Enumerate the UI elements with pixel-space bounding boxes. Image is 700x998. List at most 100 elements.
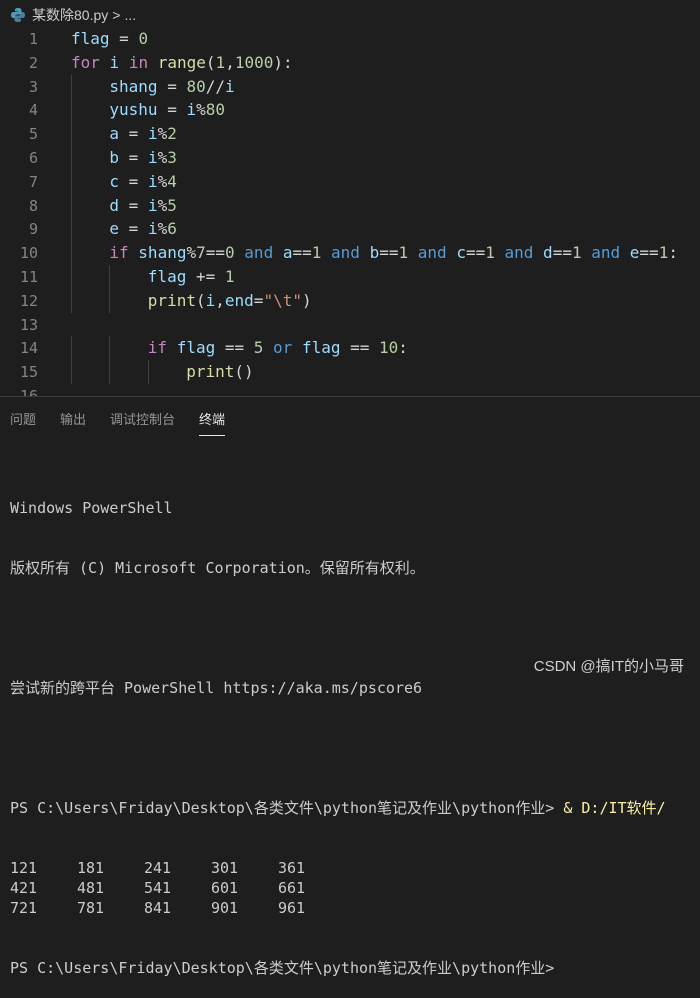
code-text: flag += 1 xyxy=(148,265,235,289)
code-token: 3 xyxy=(167,148,177,167)
result-value: 961 xyxy=(278,899,306,917)
code-token: for xyxy=(71,52,100,72)
code-line[interactable]: 8 d = i%5 xyxy=(0,193,700,218)
code-token: 80 xyxy=(205,100,226,120)
result-value: 361 xyxy=(278,859,306,877)
code-token: == xyxy=(205,243,226,263)
indent-guide xyxy=(109,265,111,289)
code-line[interactable]: 7 c = i%4 xyxy=(0,169,700,194)
indent-guide xyxy=(71,98,72,123)
code-line[interactable]: 5 a = i%2 xyxy=(0,122,700,147)
code-text: b = i%3 xyxy=(109,146,176,170)
terminal-command: & D:/IT软件/ xyxy=(563,799,666,817)
terminal-output[interactable]: Windows PowerShell 版权所有 (C) Microsoft Co… xyxy=(10,458,700,998)
line-number: 1 xyxy=(28,30,38,48)
code-line[interactable]: 6 b = i%3 xyxy=(0,146,700,170)
code-text: flag = 0 xyxy=(71,28,148,51)
code-token: 0 xyxy=(225,243,235,263)
code-token: b xyxy=(109,148,120,167)
code-token: % xyxy=(157,219,168,239)
tab-problems[interactable]: 问题 xyxy=(10,399,36,438)
code-token: = xyxy=(253,290,264,310)
indent-guide xyxy=(109,360,111,385)
code-line[interactable]: 3 shang = 80//i xyxy=(0,74,700,99)
tab-debug-console[interactable]: 调试控制台 xyxy=(110,399,175,438)
code-token: 1 xyxy=(311,243,322,263)
code-token: e xyxy=(629,243,640,263)
code-token: 1000 xyxy=(234,52,274,72)
code-token: i xyxy=(147,124,158,144)
chevron-right-icon: > xyxy=(112,7,121,23)
result-value: 901 xyxy=(211,899,239,917)
breadcrumb-ellipsis[interactable]: ... xyxy=(124,7,136,23)
code-token: 7 xyxy=(196,243,206,263)
code-token: b xyxy=(369,243,380,263)
code-token: == xyxy=(340,338,380,358)
code-line[interactable]: 11 flag += 1 xyxy=(0,265,700,289)
terminal-prompt: PS C:\Users\Friday\Desktop\各类文件\python笔记… xyxy=(10,799,564,817)
tab-output[interactable]: 输出 xyxy=(60,399,86,438)
code-line[interactable]: 1 flag = 0 xyxy=(0,28,700,51)
code-token: += xyxy=(186,267,225,286)
code-token: print xyxy=(147,290,196,310)
code-token: and xyxy=(417,243,447,263)
line-number: 10 xyxy=(19,244,38,263)
result-value: 541 xyxy=(144,879,172,897)
code-line[interactable]: 15 print() xyxy=(0,360,700,385)
code-token: % xyxy=(157,148,168,167)
terminal-prompt-line: PS C:\Users\Friday\Desktop\各类文件\python笔记… xyxy=(10,959,555,977)
tab-terminal[interactable]: 终端 xyxy=(199,399,226,438)
code-token: e xyxy=(109,219,120,239)
code-token: = xyxy=(157,100,187,120)
code-text: for i in range(1,1000): xyxy=(71,51,293,75)
terminal-copyright-line: 版权所有 (C) Microsoft Corporation。保留所有权利。 xyxy=(10,559,425,577)
code-line[interactable]: 10 if shang%7==0 and a==1 and b==1 and c=… xyxy=(0,241,700,266)
code-line[interactable]: 16 xyxy=(0,384,700,396)
code-token: i xyxy=(147,219,158,239)
code-token: 6 xyxy=(167,219,177,239)
code-line[interactable]: 4 yushu = i%80 xyxy=(0,98,700,123)
indent-guide xyxy=(71,336,72,361)
line-number: 9 xyxy=(28,220,38,239)
python-file-icon xyxy=(11,8,25,22)
code-editor[interactable]: 1 flag = 0 2 for i in range(1,1000): 3 shang … xyxy=(0,28,700,396)
result-value: 601 xyxy=(211,879,239,897)
code-line[interactable]: 13 xyxy=(0,313,700,337)
code-line[interactable]: 14 if flag == 5 or flag == 10: xyxy=(0,336,700,361)
terminal-result-line: 721 781 841 901 961 xyxy=(10,898,700,918)
terminal-result-line: 121 181 241 301 361 xyxy=(10,858,700,878)
code-token: shang xyxy=(138,243,187,263)
indent-guide xyxy=(109,336,111,361)
line-number: 2 xyxy=(28,53,38,72)
code-token: 1 xyxy=(658,243,669,263)
code-token: % xyxy=(157,124,168,144)
code-line[interactable]: 9 e = i%6 xyxy=(0,217,700,242)
code-token: , xyxy=(225,52,235,72)
result-value: 301 xyxy=(211,859,239,877)
code-token: = xyxy=(109,29,139,48)
code-token: == xyxy=(639,243,659,263)
breadcrumb-filename[interactable]: 某数除80.py xyxy=(32,5,108,25)
code-token: i xyxy=(186,100,197,120)
code-line[interactable]: 12 print(i,end="\t") xyxy=(0,288,700,313)
code-token: i xyxy=(147,171,158,191)
code-token: d xyxy=(543,243,553,263)
code-text: a = i%2 xyxy=(109,122,176,146)
code-token: 1 xyxy=(485,243,495,263)
code-token: print xyxy=(186,362,235,382)
code-token: % xyxy=(186,243,197,263)
code-token: = xyxy=(119,171,148,191)
code-token: flag xyxy=(176,338,216,358)
line-number: 7 xyxy=(28,172,38,191)
code-token: "\t" xyxy=(263,290,302,310)
code-token: % xyxy=(196,100,206,120)
code-token: i xyxy=(109,52,120,72)
breadcrumb: 某数除80.py > ... xyxy=(0,0,700,30)
code-line[interactable]: 2 for i in range(1,1000): xyxy=(0,51,700,75)
code-token: 4 xyxy=(167,171,177,191)
code-text: shang = 80//i xyxy=(109,75,234,99)
